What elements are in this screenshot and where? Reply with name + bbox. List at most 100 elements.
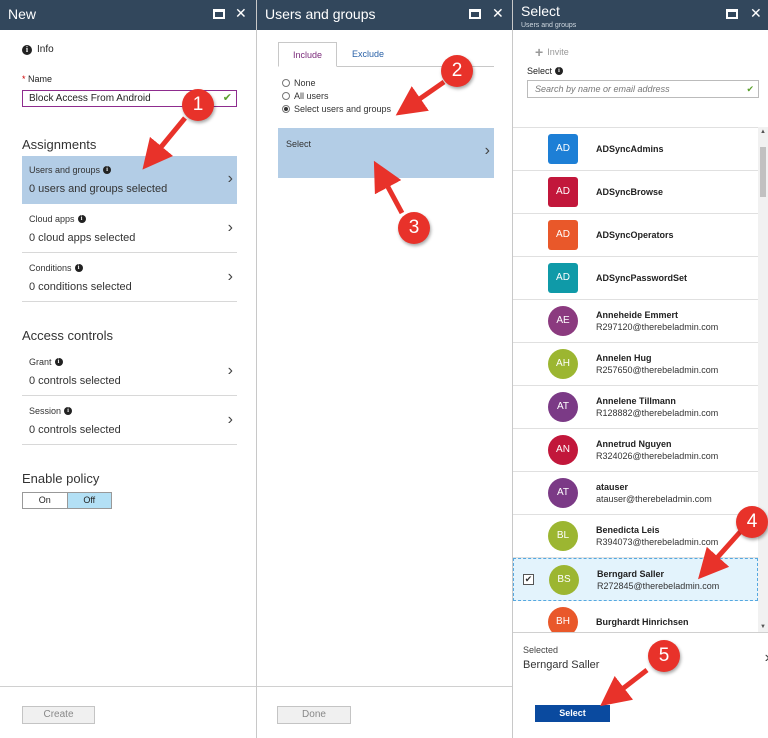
avatar: AN (548, 435, 578, 465)
list-item-email: R272845@therebeladmin.com (597, 581, 720, 591)
list-item[interactable]: AT atauser atauser@therebeladmin.com (513, 472, 758, 515)
info-icon: i (103, 166, 112, 174)
session-item[interactable]: Session i 0 controls selected › (22, 397, 237, 445)
list-item[interactable]: AT Annelene Tillmann R128882@therebeladmin… (513, 386, 758, 429)
list-scrollbar[interactable]: ▲ ▼ (758, 127, 768, 632)
grant-item[interactable]: Grant i 0 controls selected › (22, 348, 237, 396)
toggle-on[interactable]: On (23, 493, 67, 508)
maximize-icon[interactable] (726, 9, 738, 19)
search-input[interactable]: Search by name or email address ✔ (527, 80, 759, 98)
info-link[interactable]: i Info (22, 44, 54, 55)
avatar: AD (548, 177, 578, 207)
avatar: AD (548, 134, 578, 164)
users-and-groups-value: 0 users and groups selected (29, 183, 168, 195)
cloud-apps-item[interactable]: Cloud apps i 0 cloud apps selected › (22, 205, 237, 253)
radio-all-users[interactable]: All users (282, 91, 329, 101)
radio-all-users-label: All users (294, 91, 329, 101)
users-blade-title: Users and groups (265, 6, 376, 22)
users-and-groups-item[interactable]: Users and groups i 0 users and groups sel… (22, 156, 237, 204)
invite-label: Invite (547, 47, 569, 57)
enable-policy-heading: Enable policy (22, 471, 100, 486)
tab-exclude[interactable]: Exclude (338, 42, 398, 67)
list-item[interactable]: AE Anneheide Emmert R297120@therebeladmin.… (513, 300, 758, 343)
list-item[interactable]: AD ADSyncOperators (513, 214, 758, 257)
list-item[interactable]: AN Annetrud Nguyen R324026@therebeladmin.c… (513, 429, 758, 472)
annotation-badge-3: 3 (398, 212, 430, 244)
grant-label: Grant (29, 357, 52, 367)
close-icon[interactable]: ✕ (492, 5, 504, 21)
avatar: AT (548, 478, 578, 508)
check-icon: ✔ (222, 92, 232, 104)
new-blade-footer: Create (0, 686, 256, 738)
search-placeholder: Search by name or email address (535, 84, 670, 94)
name-label: * Name (22, 74, 53, 84)
avatar: AH (548, 349, 578, 379)
scroll-down-icon[interactable]: ▼ (760, 624, 766, 630)
select-blade: Select Users and groups ✕ + Invite Select… (513, 0, 768, 738)
radio-none[interactable]: None (282, 78, 316, 88)
info-icon: i (74, 264, 83, 272)
list-item-name: Benedicta Leis (596, 525, 660, 535)
list-item-name: atauser (596, 482, 629, 492)
access-controls-heading: Access controls (22, 328, 114, 343)
selected-value: Berngard Saller (523, 659, 600, 671)
tab-include[interactable]: Include (278, 42, 338, 67)
selected-heading: Selected (523, 645, 559, 655)
list-item-email: atauser@therebeladmin.com (596, 494, 712, 504)
radio-select-users[interactable]: Select users and groups (282, 104, 391, 114)
list-item-name: Annelen Hug (596, 353, 652, 363)
scroll-thumb[interactable] (760, 147, 766, 197)
list-item[interactable]: BL Benedicta Leis R394073@therebeladmin.co… (513, 515, 758, 558)
select-label: Select i (527, 66, 564, 76)
list-item-name: Burghardt Hinrichsen (596, 617, 689, 627)
list-item-email: R324026@therebeladmin.com (596, 451, 719, 461)
session-value: 0 controls selected (29, 424, 121, 436)
session-label: Session (29, 406, 62, 416)
info-icon: i (555, 67, 564, 75)
annotation-badge-2: 2 (441, 55, 473, 87)
new-policy-blade: New ✕ i Info * Name Block Access From An… (0, 0, 257, 738)
radio-none-button[interactable] (282, 79, 290, 87)
close-icon[interactable]: ✕ (235, 5, 247, 21)
cloud-apps-label: Cloud apps (29, 214, 75, 224)
list-item[interactable]: AD ADSyncAdmins (513, 128, 758, 171)
assignments-heading: Assignments (22, 137, 97, 152)
radio-all-users-button[interactable] (282, 92, 290, 100)
info-icon: i (54, 358, 63, 366)
avatar: BL (548, 521, 578, 551)
annotation-badge-1: 1 (182, 89, 214, 121)
select-blade-header: Select Users and groups ✕ (513, 0, 768, 30)
name-label-text: Name (28, 74, 53, 84)
close-icon[interactable]: ✕ (750, 5, 762, 21)
plus-icon: + (535, 44, 544, 60)
row-checkbox[interactable]: ✔ (523, 574, 534, 585)
list-item-name: ADSyncPasswordSet (596, 273, 688, 283)
create-button[interactable]: Create (22, 706, 95, 724)
list-item-name: Annelene Tillmann (596, 396, 676, 406)
list-item-name: Berngard Saller (597, 569, 665, 579)
maximize-icon[interactable] (213, 9, 225, 19)
select-button[interactable]: Select (535, 705, 610, 722)
radio-select-users-button[interactable] (282, 105, 290, 113)
list-item[interactable]: ✔ BS Berngard Saller R272845@therebeladmin.… (513, 558, 758, 601)
invite-button[interactable]: + Invite (535, 44, 569, 60)
new-blade-title: New (8, 6, 37, 22)
select-label-text: Select (527, 66, 553, 76)
users-and-groups-label: Users and groups (29, 165, 101, 175)
maximize-icon[interactable] (469, 9, 481, 19)
list-item[interactable]: AH Annelen Hug R257650@therebeladmin.com (513, 343, 758, 386)
list-item[interactable]: AD ADSyncBrowse (513, 171, 758, 214)
done-button[interactable]: Done (277, 706, 351, 724)
selected-summary[interactable]: Selected Berngard Saller › (513, 632, 768, 686)
users-and-groups-blade: Users and groups ✕ Include Exclude None … (257, 0, 513, 738)
list-item[interactable]: BH Burghardt Hinrichsen (513, 601, 758, 632)
enable-policy-toggle[interactable]: On Off (22, 492, 112, 509)
users-blade-footer: Done (257, 686, 512, 738)
scroll-up-icon[interactable]: ▲ (760, 129, 766, 135)
select-users-item[interactable]: Select › (278, 128, 494, 178)
conditions-item[interactable]: Conditions i 0 conditions selected › (22, 254, 237, 302)
list-item[interactable]: AD ADSyncPasswordSet (513, 257, 758, 300)
toggle-off[interactable]: Off (66, 493, 111, 508)
avatar: BH (548, 607, 578, 632)
select-users-label: Select (286, 139, 312, 149)
